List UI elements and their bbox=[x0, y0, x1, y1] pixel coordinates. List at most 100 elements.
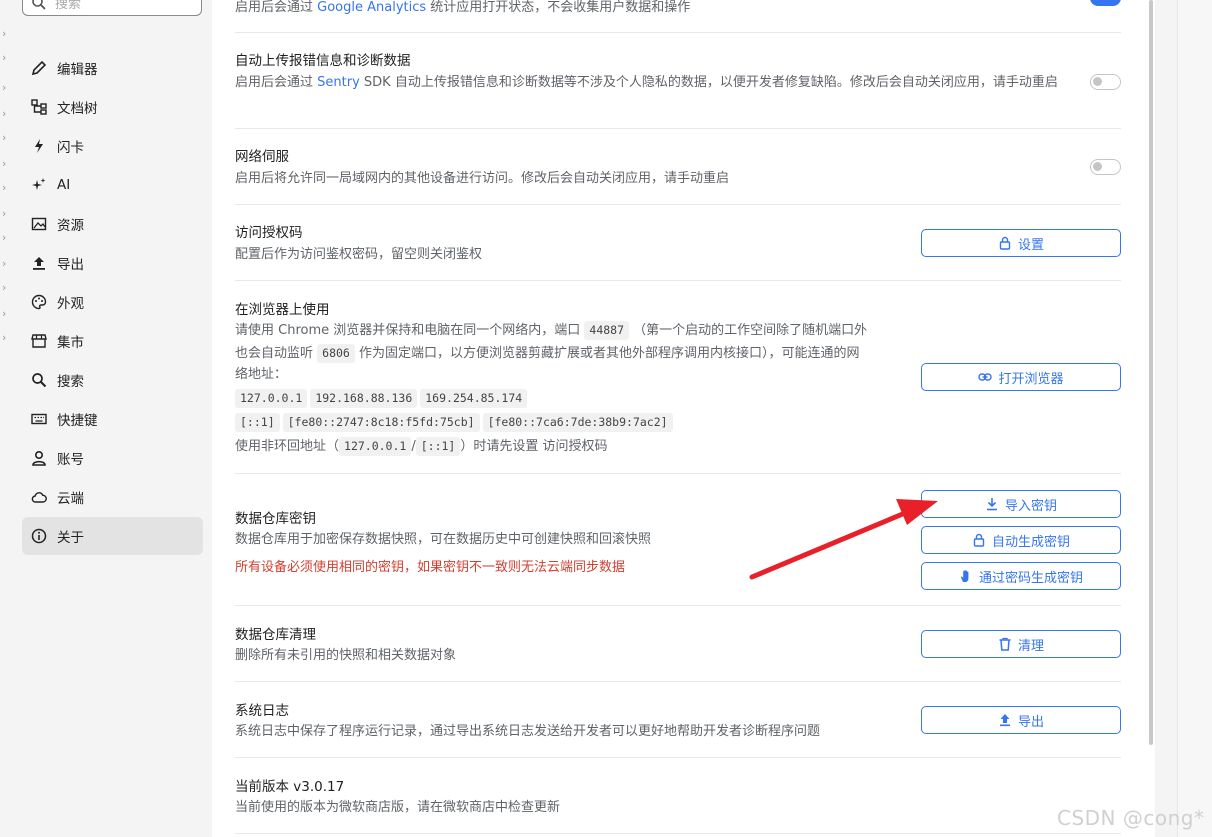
address-code: [::1] bbox=[235, 413, 280, 432]
setting-version: 当前版本 v3.0.17 当前使用的版本为微软商店版，请在微软商店中检查更新 bbox=[235, 758, 1121, 834]
user-icon bbox=[31, 450, 47, 466]
sidebar-item-account[interactable]: 账号 bbox=[22, 439, 203, 477]
chevron-right-icon: › bbox=[2, 131, 7, 144]
setting-analytics: 启用后会通过 Google Analytics 统计应用打开状态，不会收集用户数… bbox=[235, 0, 1121, 33]
sidebar-item-keymap[interactable]: 快捷键 bbox=[22, 400, 203, 438]
setting-title: 在浏览器上使用 bbox=[235, 302, 330, 318]
version-title: 当前版本 v3.0.17 bbox=[235, 779, 345, 795]
sidebar-item-label: 编辑器 bbox=[57, 62, 98, 78]
chevron-right-icon: › bbox=[2, 331, 7, 344]
link-icon bbox=[978, 370, 993, 384]
chevron-right-icon: › bbox=[2, 27, 7, 40]
sidebar-item-doctree[interactable]: 文档树 bbox=[22, 88, 203, 126]
button-label: 通过密码生成密钥 bbox=[978, 570, 1083, 586]
flash-icon bbox=[31, 138, 47, 154]
search-icon bbox=[32, 0, 46, 10]
setting-description: 数据仓库用于加密保存数据快照，可在数据历史中可创建快照和回滚快照 bbox=[235, 532, 652, 547]
chevron-right-icon: › bbox=[2, 181, 7, 194]
sidebar-item-appearance[interactable]: 外观 bbox=[22, 283, 203, 321]
sidebar-item-label: 快捷键 bbox=[57, 413, 98, 429]
open-browser-button[interactable]: 打开浏览器 bbox=[921, 363, 1121, 391]
access-code-set-button[interactable]: 设置 bbox=[921, 229, 1121, 257]
sidebar-item-label: 资源 bbox=[57, 218, 84, 234]
sidebar-item-flashcard[interactable]: 闪卡 bbox=[22, 127, 203, 165]
settings-search-input[interactable]: 搜索 bbox=[22, 0, 202, 16]
sidebar-item-about[interactable]: 关于 bbox=[22, 517, 203, 555]
analytics-toggle[interactable] bbox=[1090, 0, 1121, 6]
export-log-button[interactable]: 导出 bbox=[921, 706, 1121, 734]
address-code: [fe80::7ca6:7de:38b9:7ac2] bbox=[482, 413, 673, 432]
download-icon bbox=[985, 497, 999, 511]
sidebar-item-export[interactable]: 导出 bbox=[22, 244, 203, 282]
scrollbar-thumb[interactable] bbox=[1149, 0, 1153, 745]
purge-button[interactable]: 清理 bbox=[921, 630, 1121, 658]
button-label: 自动生成密钥 bbox=[991, 534, 1070, 550]
sidebar-item-label: 外观 bbox=[57, 296, 84, 312]
window-edge bbox=[1177, 0, 1212, 837]
sidebar-item-ai[interactable]: AI bbox=[22, 166, 203, 204]
address-code: 127.0.0.1 bbox=[235, 389, 308, 408]
setting-title: 自动上传报错信息和诊断数据 bbox=[235, 53, 411, 69]
setting-description: 启用后将允许同一局域网内的其他设备进行访问。修改后会自动关闭应用，请手动重启 bbox=[235, 171, 730, 186]
sidebar-item-search[interactable]: 搜索 bbox=[22, 361, 203, 399]
setting-title: 数据仓库密钥 bbox=[235, 511, 316, 527]
chevron-right-icon: › bbox=[2, 257, 7, 270]
lock-icon bbox=[998, 236, 1012, 250]
setting-warning: 所有设备必须使用相同的密钥，如果密钥不一致则无法云端同步数据 bbox=[235, 560, 626, 575]
error-report-toggle[interactable] bbox=[1090, 74, 1121, 90]
sidebar-item-assets[interactable]: 资源 bbox=[22, 205, 203, 243]
upload-icon bbox=[998, 713, 1012, 727]
chevron-right-icon: › bbox=[2, 51, 7, 64]
setting-description-line: 使用非环回地址（ 127.0.0.1/[::1] ）时请先设置 访问授权码 bbox=[235, 437, 608, 456]
sidebar-item-label: 导出 bbox=[57, 257, 84, 273]
setting-description: 启用后会通过 Sentry SDK 自动上传报错信息和诊断数据等不涉及个人隐私的… bbox=[235, 75, 1058, 90]
button-label: 设置 bbox=[1017, 237, 1044, 253]
setting-description-line: 也会自动监听 6806 作为固定端口，以方便浏览器剪藏扩展或者其他外部程序调用内… bbox=[235, 344, 860, 363]
sidebar-item-label: 闪卡 bbox=[57, 140, 84, 156]
setting-title: 访问授权码 bbox=[235, 225, 303, 241]
chevron-right-icon: › bbox=[2, 207, 7, 220]
sidebar-item-label: AI bbox=[57, 177, 71, 193]
tree-icon bbox=[31, 99, 47, 115]
setting-description: 启用后会通过 Google Analytics 统计应用打开状态，不会收集用户数… bbox=[235, 0, 691, 15]
sidebar-item-label: 云端 bbox=[57, 491, 84, 507]
setting-repo-purge: 数据仓库清理 删除所有未引用的快照和相关数据对象 清理 bbox=[235, 606, 1121, 682]
sidebar-item-cloud[interactable]: 云端 bbox=[22, 478, 203, 516]
trash-icon bbox=[998, 637, 1012, 651]
sidebar-item-label: 关于 bbox=[57, 530, 84, 546]
chevron-right-icon: › bbox=[2, 107, 7, 120]
sentry-link[interactable]: Sentry bbox=[317, 75, 360, 90]
address-code: 169.254.85.174 bbox=[420, 389, 528, 408]
generate-key-button[interactable]: 自动生成密钥 bbox=[921, 526, 1121, 554]
port-code: 44887 bbox=[584, 321, 630, 340]
sidebar-item-bazaar[interactable]: 集市 bbox=[22, 322, 203, 360]
address-list: 127.0.0.1 192.168.88.136 169.254.85.174 bbox=[235, 387, 530, 408]
key-from-password-button[interactable]: 通过密码生成密钥 bbox=[921, 562, 1121, 590]
import-key-button[interactable]: 导入密钥 bbox=[921, 490, 1121, 518]
setting-browser-usage: 在浏览器上使用 请使用 Chrome 浏览器并保持和电脑在同一个网络内，端口 4… bbox=[235, 281, 1121, 474]
pencil-icon bbox=[31, 60, 47, 76]
button-label: 清理 bbox=[1017, 638, 1044, 654]
setting-description: 当前使用的版本为微软商店版，请在微软商店中检查更新 bbox=[235, 800, 561, 815]
sidebar-item-label: 账号 bbox=[57, 452, 84, 468]
chevron-right-icon: › bbox=[2, 81, 7, 94]
lock-icon bbox=[972, 533, 986, 547]
google-analytics-link[interactable]: Google Analytics bbox=[317, 0, 426, 15]
setting-description: 系统日志中保存了程序运行记录，通过导出系统日志发送给开发者可以更好地帮助开发者诊… bbox=[235, 724, 821, 739]
sidebar-item-label: 文档树 bbox=[57, 101, 98, 117]
setting-access-code: 访问授权码 配置后作为访问鉴权密码，留空则关闭鉴权 设置 bbox=[235, 205, 1121, 281]
setting-title: 网络伺服 bbox=[235, 149, 289, 165]
store-icon bbox=[31, 333, 47, 349]
sidebar-item-label: 集市 bbox=[57, 335, 84, 351]
network-serve-toggle[interactable] bbox=[1090, 159, 1121, 175]
setting-description-line: 请使用 Chrome 浏览器并保持和电脑在同一个网络内，端口 44887 （第一… bbox=[235, 321, 868, 340]
address-code: [::1] bbox=[415, 437, 461, 456]
watermark: CSDN @cong* bbox=[1057, 806, 1205, 830]
cloud-icon bbox=[31, 489, 47, 505]
address-code: [fe80::2747:8c18:f5fd:75cb] bbox=[282, 413, 480, 432]
settings-nav: 编辑器 文档树 闪卡 AI 资源 导出 外观 集市 搜索 快捷键 账号 云端 关… bbox=[22, 49, 203, 556]
setting-network-serve: 网络伺服 启用后将允许同一局域网内的其他设备进行访问。修改后会自动关闭应用，请手… bbox=[235, 129, 1121, 205]
sidebar-item-editor[interactable]: 编辑器 bbox=[22, 49, 203, 87]
button-label: 导入密钥 bbox=[1004, 498, 1057, 514]
palette-icon bbox=[31, 294, 47, 310]
